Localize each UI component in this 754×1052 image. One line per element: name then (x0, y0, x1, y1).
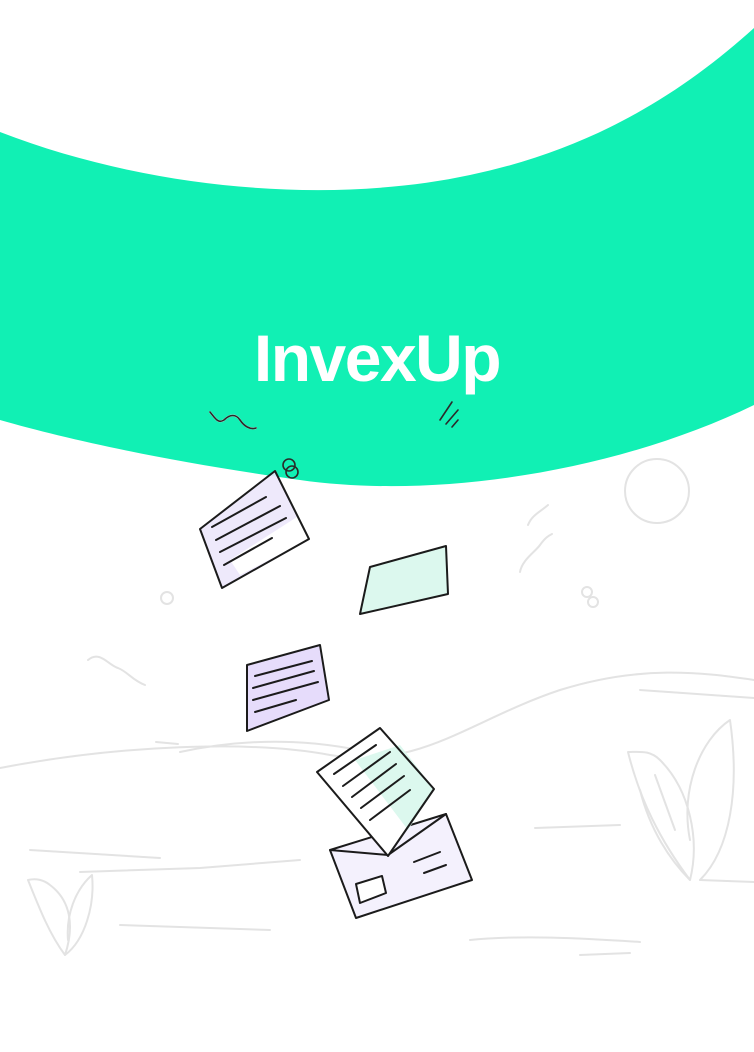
splash-screen: InvexUp (0, 0, 754, 1052)
document-card-2 (359, 545, 449, 615)
document-sheet-3 (246, 644, 330, 732)
document-sheet-1 (199, 470, 310, 589)
documents-illustration (0, 401, 754, 956)
brand-title: InvexUp (253, 321, 502, 395)
sparkle-marks (209, 401, 459, 479)
